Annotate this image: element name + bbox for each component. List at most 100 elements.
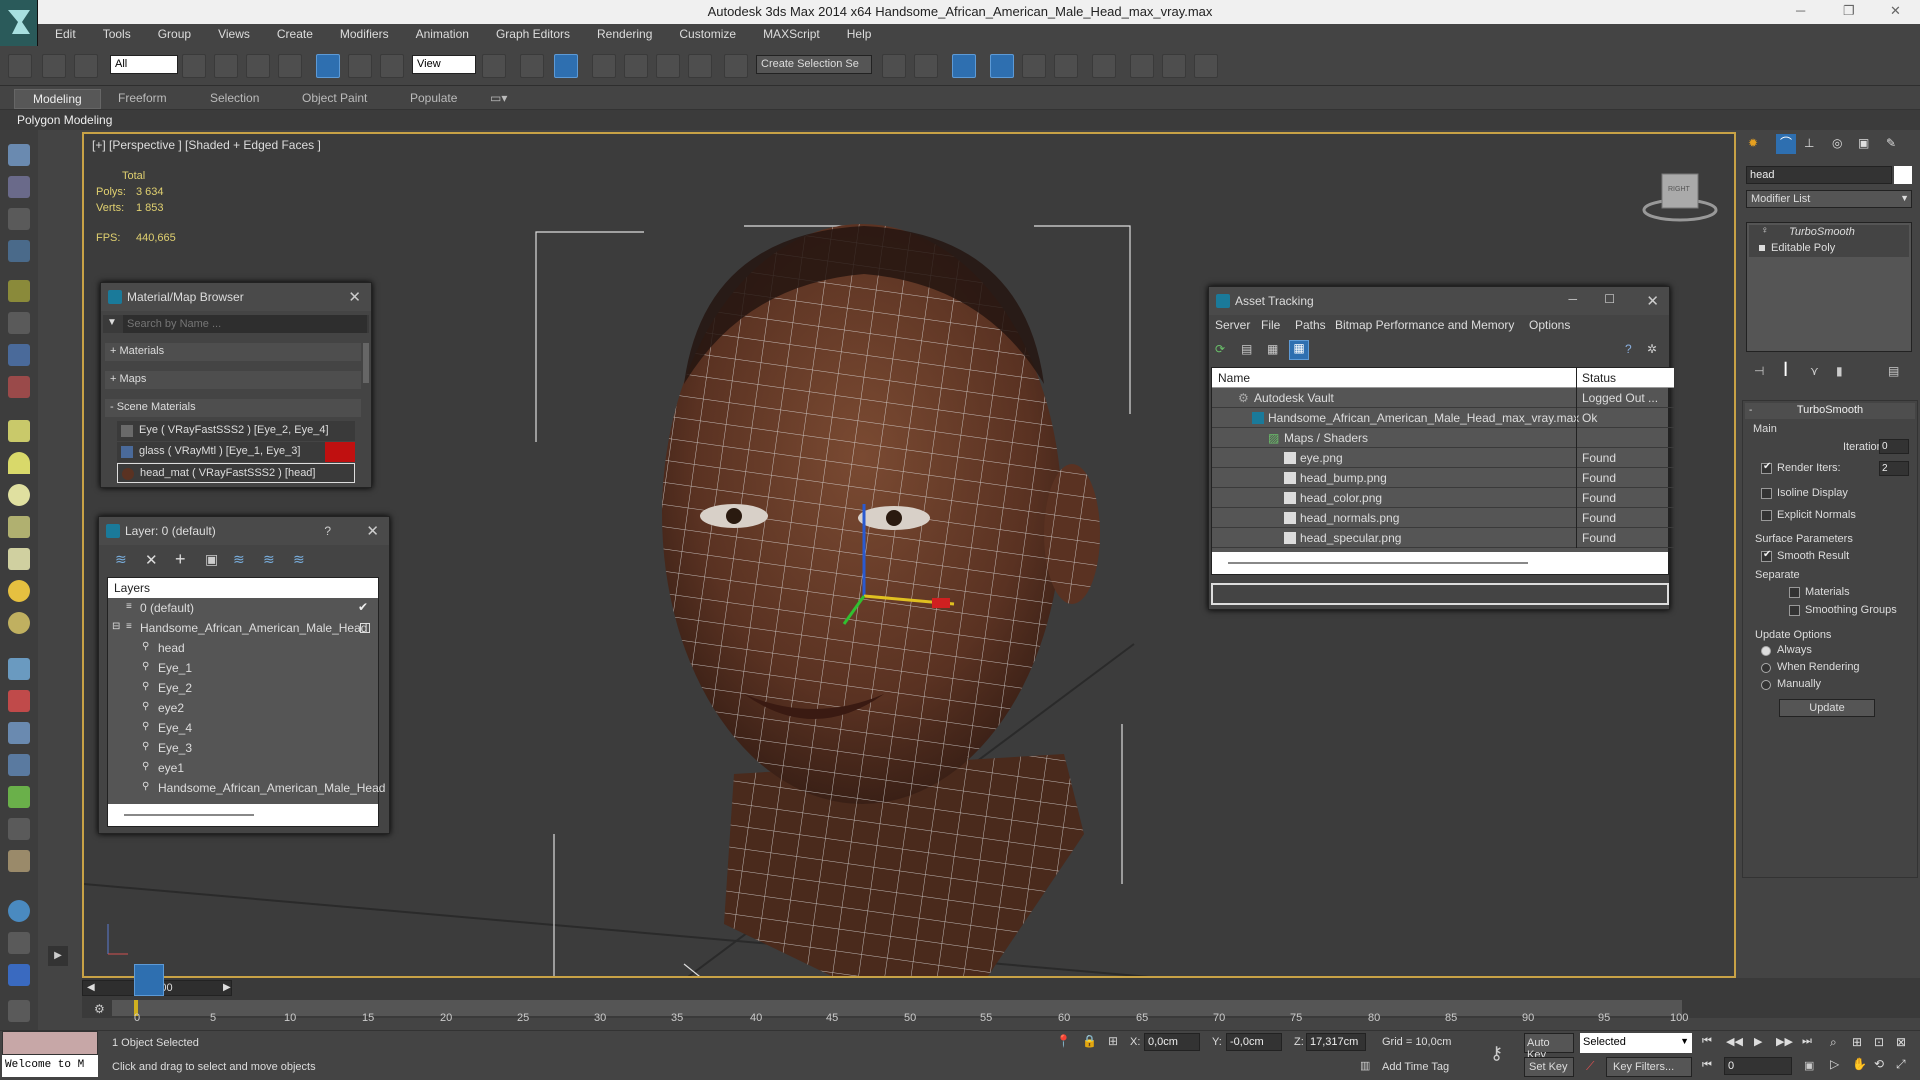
sun-icon[interactable]: [8, 580, 30, 602]
highlight-layer-icon[interactable]: ≋: [233, 551, 245, 568]
menu-maxscript[interactable]: MAXScript: [746, 24, 830, 41]
globe-icon[interactable]: [8, 900, 30, 922]
manipulate-icon[interactable]: [520, 54, 544, 78]
isolate-icon[interactable]: 📍: [1056, 1034, 1071, 1048]
viewcube-face-label[interactable]: RIGHT: [1668, 186, 1690, 193]
settings-icon[interactable]: ✲: [1647, 342, 1657, 356]
current-layer-check-icon[interactable]: ✔: [358, 600, 368, 614]
prev-key-icon[interactable]: ◀◀: [1726, 1035, 1743, 1048]
render-icon[interactable]: [8, 176, 30, 198]
asset-row[interactable]: head_normals.png Found: [1212, 508, 1674, 528]
always-radio[interactable]: [1761, 646, 1771, 656]
set-key-icon[interactable]: ⚷: [1490, 1043, 1503, 1064]
select-scale-icon[interactable]: [380, 54, 404, 78]
asset-menu-options[interactable]: Options: [1529, 318, 1570, 332]
selection-filter-dropdown[interactable]: All: [110, 55, 178, 74]
motion-tab-icon[interactable]: ◎: [1832, 136, 1842, 150]
rect-selection-icon[interactable]: [246, 54, 270, 78]
grid-icon[interactable]: [8, 240, 30, 262]
hair-icon[interactable]: [8, 658, 30, 680]
asset-menu-paths[interactable]: Paths: [1295, 318, 1326, 332]
smooth-result-checkbox[interactable]: ✔: [1761, 549, 1772, 562]
layer-current-box[interactable]: [360, 623, 370, 633]
light-icon[interactable]: [8, 280, 30, 302]
add-to-layer-icon[interactable]: +: [175, 549, 186, 570]
materials-checkbox[interactable]: [1789, 587, 1800, 598]
scene-explorer-icon[interactable]: [952, 54, 976, 78]
asset-row[interactable]: head_specular.png Found: [1212, 528, 1674, 548]
close-icon[interactable]: ✕: [1646, 292, 1659, 310]
render-production-icon[interactable]: [1194, 54, 1218, 78]
cloth-icon[interactable]: [8, 690, 30, 712]
display-icon[interactable]: [8, 964, 30, 986]
tab-object-paint[interactable]: Object Paint: [302, 91, 367, 105]
minimize-icon[interactable]: ─: [1568, 292, 1577, 306]
group-materials[interactable]: + Materials: [105, 343, 361, 361]
menu-modifiers[interactable]: Modifiers: [323, 24, 399, 41]
add-time-tag-icon[interactable]: ▥: [1360, 1059, 1370, 1072]
layer-object-row[interactable]: ⚲ Eye_4: [108, 718, 378, 738]
x-coord-field[interactable]: [1144, 1033, 1200, 1051]
ref-coord-dropdown[interactable]: View: [412, 55, 476, 74]
table-view-icon[interactable]: ▦: [1267, 342, 1278, 356]
y-coord-field[interactable]: [1226, 1033, 1282, 1051]
list-icon[interactable]: [8, 208, 30, 230]
object-name-field[interactable]: [1746, 166, 1892, 184]
key-mode-toggle-icon[interactable]: ⏮: [1702, 1059, 1712, 1072]
layer-object-row[interactable]: ⚲ head: [108, 638, 378, 658]
menu-create[interactable]: Create: [260, 24, 323, 41]
close-icon[interactable]: ✕: [366, 522, 379, 540]
explicit-normals-checkbox[interactable]: [1761, 510, 1772, 521]
angle-snap-icon[interactable]: [624, 54, 648, 78]
maximize-viewport-icon[interactable]: ⤢: [1896, 1057, 1906, 1072]
zoom-all-icon[interactable]: ⊞: [1852, 1035, 1862, 1049]
show-end-result-icon[interactable]: ┃: [1782, 362, 1789, 376]
menu-animation[interactable]: Animation: [399, 24, 479, 41]
group-scene-materials[interactable]: - Scene Materials: [105, 399, 361, 417]
link-icon[interactable]: [8, 54, 32, 78]
pivot-center-icon[interactable]: [482, 54, 506, 78]
next-frame-icon[interactable]: ▶: [223, 982, 231, 993]
asset-row[interactable]: ▨ Maps / Shaders: [1212, 428, 1674, 448]
tab-freeform[interactable]: Freeform: [118, 91, 167, 105]
asset-titlebar[interactable]: Asset Tracking ─ ☐ ✕: [1209, 287, 1669, 315]
goto-end-icon[interactable]: ⏭: [1802, 1035, 1812, 1048]
named-selection-dropdown[interactable]: Create Selection Se: [756, 55, 872, 74]
set-key-button[interactable]: Set Key: [1524, 1057, 1574, 1077]
material-item[interactable]: Eye ( VRayFastSSS2 ) [Eye_2, Eye_4]: [117, 421, 355, 441]
layer-hscroll-thumb[interactable]: [124, 814, 254, 816]
create-tab-icon[interactable]: ✹: [1748, 136, 1758, 150]
torus-icon[interactable]: [8, 612, 30, 634]
render-setup-icon[interactable]: [1130, 54, 1154, 78]
pan-icon[interactable]: ✋: [1852, 1057, 1867, 1071]
menu-graph-editors[interactable]: Graph Editors: [479, 24, 580, 41]
close-icon[interactable]: ✕: [1890, 3, 1901, 19]
app-menu-button[interactable]: [0, 0, 38, 46]
object-color-swatch[interactable]: [1894, 166, 1912, 184]
menu-group[interactable]: Group: [141, 24, 201, 41]
box-icon[interactable]: [8, 420, 30, 442]
mirror-icon[interactable]: [882, 54, 906, 78]
material-editor-icon[interactable]: [1092, 54, 1116, 78]
asset-row[interactable]: head_color.png Found: [1212, 488, 1674, 508]
minimize-icon[interactable]: ─: [1796, 3, 1805, 18]
menu-edit[interactable]: Edit: [38, 24, 86, 41]
time-slider-thumb[interactable]: [134, 964, 164, 996]
auto-key-button[interactable]: Auto Key: [1524, 1033, 1574, 1061]
time-config-icon[interactable]: ▣: [1804, 1059, 1814, 1072]
asset-menu-file[interactable]: File: [1261, 318, 1280, 332]
percent-snap-icon[interactable]: [656, 54, 680, 78]
help-icon[interactable]: ?: [1625, 342, 1632, 356]
select-by-name-icon[interactable]: [214, 54, 238, 78]
tab-modeling[interactable]: Modeling: [14, 89, 101, 109]
tab-populate[interactable]: Populate: [410, 91, 457, 105]
zoom-icon[interactable]: ⌕: [1830, 1035, 1837, 1050]
smoothing-groups-checkbox[interactable]: [1789, 605, 1800, 616]
delete-layer-icon[interactable]: ✕: [145, 551, 158, 569]
asset-row[interactable]: ⚙ Autodesk Vault Logged Out ...: [1212, 388, 1674, 408]
material-item[interactable]: glass ( VRayMtl ) [Eye_1, Eye_3]: [117, 442, 355, 462]
zoom-extents-all-icon[interactable]: ⊠: [1896, 1035, 1906, 1049]
cone-icon[interactable]: [8, 548, 30, 570]
play-icon[interactable]: ▶: [1754, 1035, 1762, 1048]
helper-icon[interactable]: [8, 344, 30, 366]
